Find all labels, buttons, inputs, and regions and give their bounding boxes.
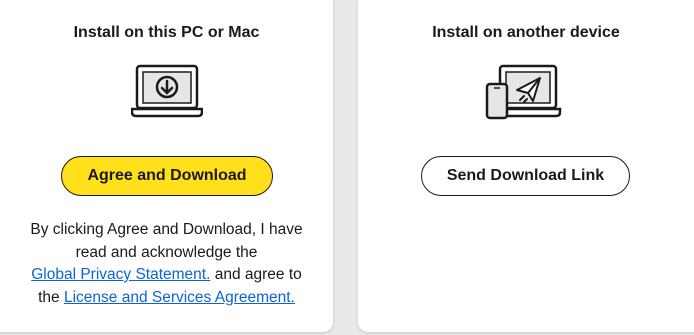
license-agreement-link[interactable]: License and Services Agreement.: [64, 289, 295, 306]
legal-middle-text: and agree to: [210, 266, 302, 283]
install-another-device-card: Install on another device Send Download …: [358, 0, 694, 332]
privacy-statement-link[interactable]: Global Privacy Statement.: [31, 266, 210, 283]
legal-line-2: read and acknowledge the: [75, 243, 258, 261]
agree-and-download-button[interactable]: Agree and Download: [61, 156, 273, 196]
legal-the-text: the: [38, 288, 64, 306]
install-this-device-card: Install on this PC or Mac Agree and Down…: [0, 0, 333, 332]
card-title: Install on this PC or Mac: [73, 24, 260, 41]
legal-line-1: By clicking Agree and Download, I have: [30, 221, 303, 238]
laptop-download-icon: [131, 64, 203, 118]
send-download-link-button[interactable]: Send Download Link: [421, 156, 630, 196]
legal-text: By clicking Agree and Download, I have r…: [0, 219, 333, 309]
card-title: Install on another device: [432, 24, 620, 41]
phone-laptop-send-icon: [485, 64, 562, 120]
